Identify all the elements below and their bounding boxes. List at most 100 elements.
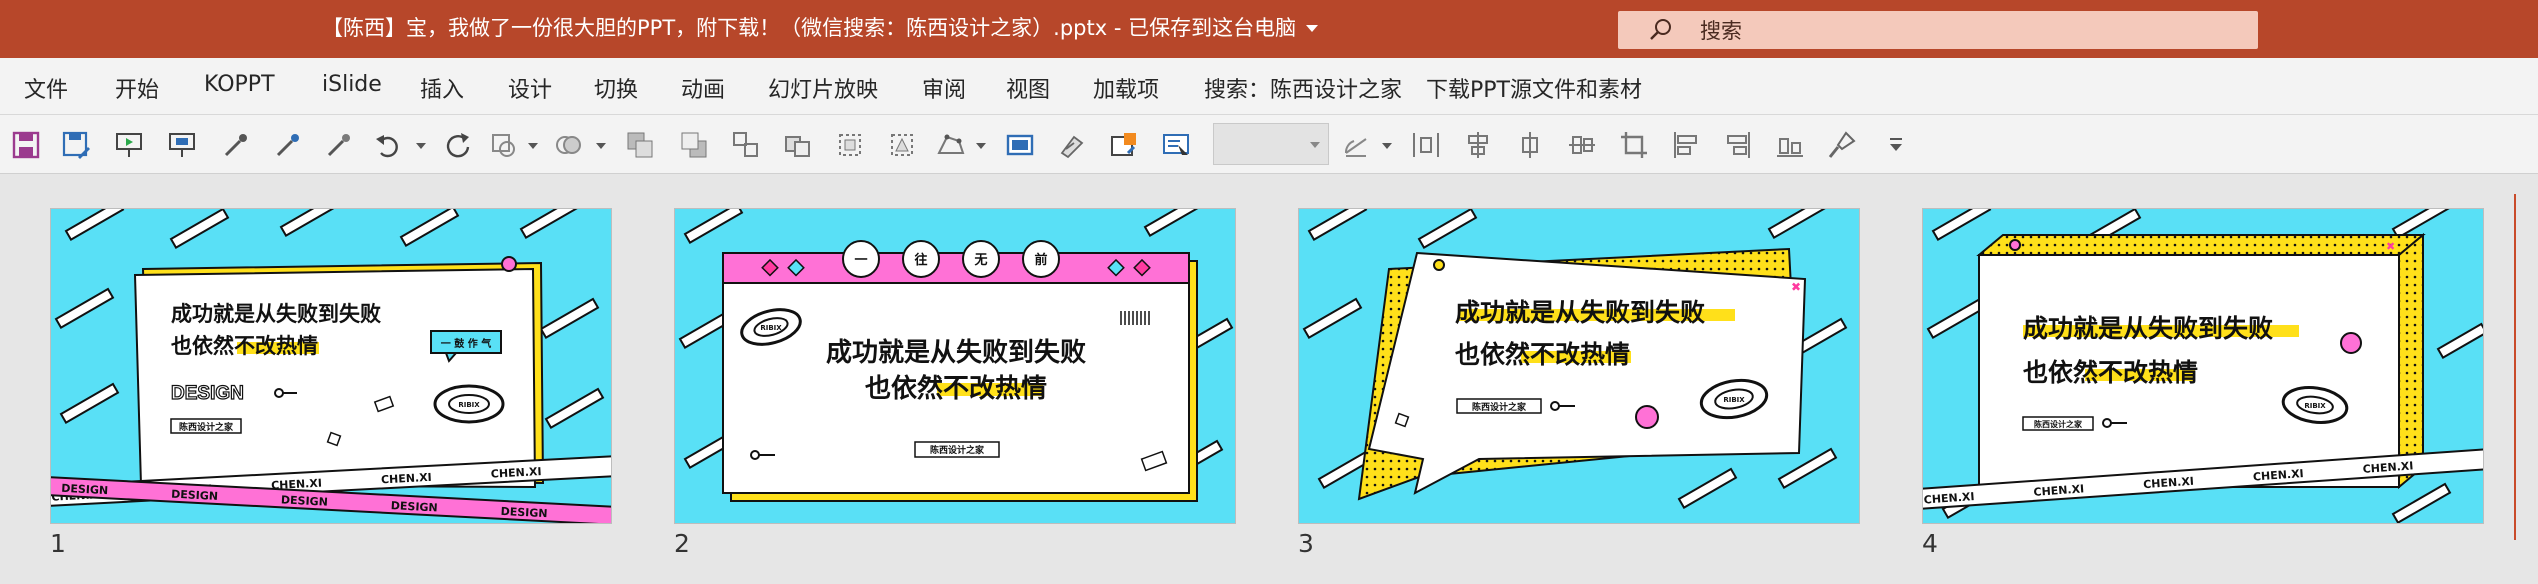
- present-from-start-icon[interactable]: [113, 129, 145, 161]
- crop-icon[interactable]: [1618, 129, 1650, 161]
- slide-2-bubble-1: 一: [854, 253, 867, 268]
- tab-animations[interactable]: 动画: [681, 72, 725, 104]
- redo-icon[interactable]: [442, 129, 474, 161]
- send-backward-icon[interactable]: [678, 129, 710, 161]
- slide-2-canvas: 一 往 无 前 成功就是从失败到失败 也依然不改热情 陈西设计之家 RIBIX: [675, 209, 1235, 523]
- slide-3-ring-text: RIBIX: [1723, 396, 1745, 404]
- edit-points-dropdown-icon[interactable]: [976, 143, 986, 149]
- slide-1-ring-text: RIBIX: [458, 401, 480, 409]
- eyedropper-fill-icon[interactable]: [323, 129, 355, 161]
- bring-forward-icon[interactable]: [624, 129, 656, 161]
- shape-fill-icon[interactable]: [552, 129, 584, 161]
- slide-4-heading-line1: 成功就是从失败到失败: [2023, 314, 2273, 343]
- slide-number-1: 1: [50, 529, 66, 558]
- slide-thumbnail-3[interactable]: ✖ 成功就是从失败到失败 也依然不改热情 陈西设计之家 RIBIX: [1298, 208, 1860, 524]
- slide-2-heading-line2-pre: 也依然: [865, 373, 943, 404]
- group-icon[interactable]: [730, 129, 762, 161]
- document-title[interactable]: 【陈西】宝，我做了一份很大胆的PPT，附下载！（微信搜索：陈西设计之家）.ppt…: [322, 12, 1319, 42]
- slide-1-tape2-4: DESIGN: [391, 499, 439, 514]
- slide-1-tape2-2: DESIGN: [171, 488, 219, 503]
- crop-shape-icon[interactable]: [886, 129, 918, 161]
- distribute-horizontal-icon[interactable]: [1410, 129, 1442, 161]
- align-frame-icon[interactable]: [1004, 129, 1036, 161]
- slide-4-heading-line2-highlight: 不改热情: [2098, 358, 2198, 387]
- slide-sorter: 成功就是从失败到失败 也依然不改热情 DESIGN 陈西设计之家 一 鼓 作 气…: [0, 174, 2538, 584]
- ungroup-icon[interactable]: [782, 129, 814, 161]
- search-icon: [1650, 19, 1671, 40]
- align-center-icon[interactable]: [1462, 129, 1494, 161]
- tab-view[interactable]: 视图: [1006, 72, 1050, 104]
- slide-3-heading-line2-highlight: 不改热情: [1530, 340, 1630, 369]
- slide-4-heading-line2-pre: 也依然: [2023, 358, 2098, 387]
- save-icon[interactable]: [10, 129, 42, 161]
- tab-home[interactable]: 开始: [115, 72, 159, 104]
- rotate-dropdown-icon[interactable]: [1382, 143, 1392, 149]
- svg-text:也依然不改热情: 也依然不改热情: [1455, 340, 1630, 369]
- chevron-down-icon: [1310, 142, 1320, 148]
- slide-4-ring-text: RIBIX: [2304, 402, 2326, 410]
- slide-1-outline-word: DESIGN: [171, 383, 244, 404]
- title-bar: 【陈西】宝，我做了一份很大胆的PPT，附下载！（微信搜索：陈西设计之家）.ppt…: [0, 0, 2538, 58]
- svg-text:也依然不改热情: 也依然不改热情: [171, 333, 318, 358]
- format-brush-icon[interactable]: [1826, 129, 1858, 161]
- tab-insert[interactable]: 插入: [420, 72, 464, 104]
- slide-1-heading-line2-pre: 也依然: [171, 333, 234, 358]
- tab-review[interactable]: 审阅: [922, 72, 966, 104]
- tab-download-ppt[interactable]: 下载PPT源文件和素材: [1426, 72, 1642, 104]
- chevron-down-icon[interactable]: [1306, 24, 1319, 32]
- eyedropper-icon[interactable]: [220, 129, 252, 161]
- tab-file[interactable]: 文件: [24, 72, 68, 104]
- distribute-vertical-icon[interactable]: [1514, 129, 1546, 161]
- align-middle-icon[interactable]: [1566, 129, 1598, 161]
- svg-text:也依然不改热情: 也依然不改热情: [2023, 358, 2198, 387]
- shape-outline-icon[interactable]: [488, 129, 520, 161]
- slide-1-tape2-5: DESIGN: [500, 505, 548, 520]
- tab-design[interactable]: 设计: [508, 72, 552, 104]
- slide-thumbnail-1[interactable]: 成功就是从失败到失败 也依然不改热情 DESIGN 陈西设计之家 一 鼓 作 气…: [50, 208, 612, 524]
- slide-3-canvas: ✖ 成功就是从失败到失败 也依然不改热情 陈西设计之家 RIBIX: [1299, 209, 1859, 523]
- slide-thumbnail-4[interactable]: ✖ 成功就是从失败到失败 也依然不改热情 陈西设计之家 RIBIX CHEN.X…: [1922, 208, 2484, 524]
- vertical-scrollbar[interactable]: [2514, 194, 2516, 540]
- search-box[interactable]: 搜索: [1618, 11, 2258, 49]
- edit-points-icon[interactable]: [935, 129, 967, 161]
- customize-toolbar-icon[interactable]: [1880, 129, 1912, 161]
- align-left-icon[interactable]: [1670, 129, 1702, 161]
- undo-dropdown-icon[interactable]: [416, 143, 426, 149]
- eyedropper-line-icon[interactable]: [272, 129, 304, 161]
- tab-search-chenxi[interactable]: 搜索：陈西设计之家: [1204, 72, 1402, 104]
- slide-2-ring-text: RIBIX: [760, 324, 782, 332]
- rotate-icon[interactable]: [1340, 129, 1372, 161]
- save-as-icon[interactable]: [60, 129, 92, 161]
- picture-icon[interactable]: [1108, 129, 1140, 161]
- tab-addins[interactable]: 加载项: [1093, 72, 1159, 104]
- align-bottom-icon[interactable]: [1774, 129, 1806, 161]
- slide-1-heading-line1: 成功就是从失败到失败: [171, 301, 381, 326]
- slide-1-tape2-1: DESIGN: [61, 482, 109, 497]
- document-title-text: 【陈西】宝，我做了一份很大胆的PPT，附下载！（微信搜索：陈西设计之家）.ppt…: [322, 16, 1297, 40]
- tab-slideshow[interactable]: 幻灯片放映: [768, 72, 878, 104]
- shape-fill-dropdown-icon[interactable]: [596, 143, 606, 149]
- format-painter-icon[interactable]: [1056, 129, 1088, 161]
- search-placeholder: 搜索: [1700, 19, 1742, 43]
- slide-1-tape-4: CHEN.XI: [381, 471, 432, 487]
- slide-1-tape2-3: DESIGN: [281, 493, 329, 508]
- slide-1-tape-5: CHEN.XI: [491, 465, 542, 481]
- tab-islide[interactable]: iSlide: [322, 72, 382, 97]
- shape-outline-dropdown-icon[interactable]: [528, 143, 538, 149]
- present-current-icon[interactable]: [166, 129, 198, 161]
- slide-2-bubble-4: 前: [1034, 252, 1047, 268]
- tab-transitions[interactable]: 切换: [594, 72, 638, 104]
- slide-3-tag: 陈西设计之家: [1472, 401, 1527, 413]
- slide-1-heading-line2-highlight: 不改热情: [234, 333, 318, 358]
- close-x-icon: ✖: [1791, 280, 1801, 294]
- slide-2-bubble-2: 往: [914, 252, 927, 268]
- select-icon[interactable]: [834, 129, 866, 161]
- font-size-combo[interactable]: [1213, 123, 1329, 165]
- close-x-icon: ✖: [2386, 240, 2395, 253]
- text-select-icon[interactable]: [1160, 129, 1192, 161]
- align-right-icon[interactable]: [1722, 129, 1754, 161]
- slide-number-2: 2: [674, 529, 690, 558]
- slide-thumbnail-2[interactable]: 一 往 无 前 成功就是从失败到失败 也依然不改热情 陈西设计之家 RIBIX: [674, 208, 1236, 524]
- undo-icon[interactable]: [372, 129, 404, 161]
- tab-koppt[interactable]: KOPPT: [204, 72, 275, 97]
